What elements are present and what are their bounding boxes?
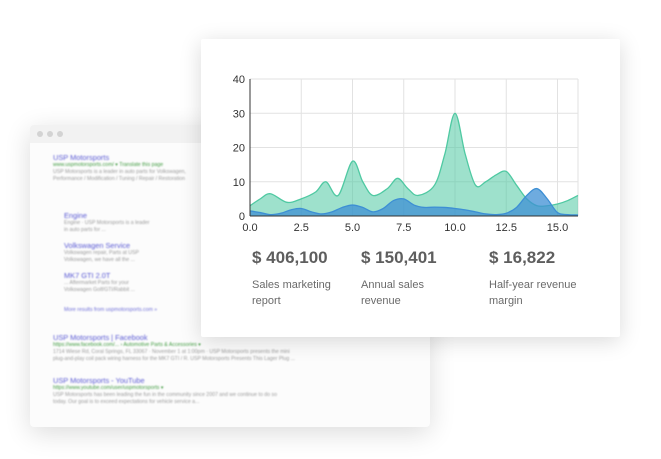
sitelink-snippet: ... Aftermarket Parts for your: [64, 280, 129, 286]
sitelink[interactable]: Engine Engine · USP Motorsports is a lea…: [64, 211, 224, 234]
x-tick-label: 5.0: [345, 222, 360, 234]
x-tick-label: 7.5: [396, 222, 411, 234]
result-snippet: today. Our goal is to exceed expectation…: [53, 399, 200, 405]
result-snippet: 1714 Wiese Rd, Coral Springs, FL 33067 ·…: [53, 349, 290, 355]
stat-label: Sales marketing report: [252, 279, 331, 307]
area-chart: 0102030400.0 2.5 5.0 7.5 10.0 12.5 15.0: [233, 74, 579, 234]
series-line: [249, 112, 579, 207]
result-snippet: plug-and-play coil pack wiring harness f…: [53, 356, 295, 362]
search-result[interactable]: USP Motorsports www.uspmotorsports.com/ …: [53, 153, 213, 183]
stat-sales-marketing: $ 406,100 Sales marketing report: [252, 248, 342, 309]
x-tick-label: 0.0: [242, 222, 257, 234]
stat-value: $ 150,401: [361, 248, 437, 267]
more-results-link[interactable]: More results from uspmotorsports.com »: [64, 307, 224, 314]
result-snippet: USP Motorsports has been leading the fun…: [53, 392, 277, 398]
sitelink-snippet: Engine · USP Motorsports is a leader: [64, 220, 150, 226]
stat-value: $ 16,822: [489, 248, 556, 267]
y-tick-label: 40: [233, 74, 245, 86]
window-minimize-dot[interactable]: [47, 131, 53, 137]
window-maximize-dot[interactable]: [57, 131, 63, 137]
result-url[interactable]: www.uspmotorsports.com/ ▾ Translate this…: [53, 162, 213, 169]
y-tick-label: 10: [233, 177, 245, 189]
result-url[interactable]: https://www.youtube.com/user/uspmotorspo…: [53, 385, 213, 392]
x-tick-label: 10.0: [444, 222, 465, 234]
result-snippet: USP Motorsports is a leader in auto part…: [53, 169, 186, 175]
sitelink[interactable]: MK7 GTI 2.0T ... Aftermarket Parts for y…: [64, 271, 224, 294]
search-result[interactable]: USP Motorsports | Facebook https://www.f…: [53, 333, 295, 363]
sitelink-snippet: Volkswagen repair, Parts at USP: [64, 250, 139, 256]
stat-half-year-margin: $ 16,822 Half-year revenue margin: [489, 248, 589, 309]
sitelink-title[interactable]: Engine: [64, 211, 224, 220]
y-tick-label: 20: [233, 143, 245, 155]
analytics-card: 0 10 20 30 40 0.0 2.5 5.0 7.5 10.0 12.5 15.0 $ 406,…: [201, 39, 620, 337]
result-snippet: Performance / Modification / Tuning / Re…: [53, 176, 186, 182]
sitelink[interactable]: Volkswagen Service Volkswagen repair, Pa…: [64, 241, 224, 264]
sitelink-snippet: Volkswagen Golf/GTI/Rabbit ...: [64, 287, 135, 293]
stat-label: Annual sales revenue: [361, 279, 424, 307]
stat-label: Half-year revenue margin: [489, 279, 577, 307]
more-results[interactable]: More results from uspmotorsports.com »: [64, 307, 224, 314]
stat-annual-sales: $ 150,401 Annual sales revenue: [361, 248, 437, 309]
x-tick-label: 2.5: [294, 222, 309, 234]
sitelink-snippet: in auto parts for ...: [64, 227, 106, 233]
stat-value: $ 406,100: [252, 248, 328, 267]
sitelink-snippet: Volkswagen, we have all the ...: [64, 257, 135, 263]
y-tick-label: 30: [233, 108, 245, 120]
result-title[interactable]: USP Motorsports | Facebook: [53, 333, 213, 342]
result-url[interactable]: https://www.facebook.com/... › Automotiv…: [53, 342, 213, 349]
result-title[interactable]: USP Motorsports: [53, 153, 213, 162]
search-result[interactable]: USP Motorsports - YouTube https://www.yo…: [53, 376, 277, 406]
sitelink-title[interactable]: MK7 GTI 2.0T: [64, 271, 224, 280]
sitelink-title[interactable]: Volkswagen Service: [64, 241, 224, 250]
result-title[interactable]: USP Motorsports - YouTube: [53, 376, 213, 385]
window-close-dot[interactable]: [37, 131, 43, 137]
x-tick-label: 12.5: [496, 222, 517, 234]
x-tick-label: 15.0: [547, 222, 568, 234]
chart-series: [249, 112, 579, 216]
